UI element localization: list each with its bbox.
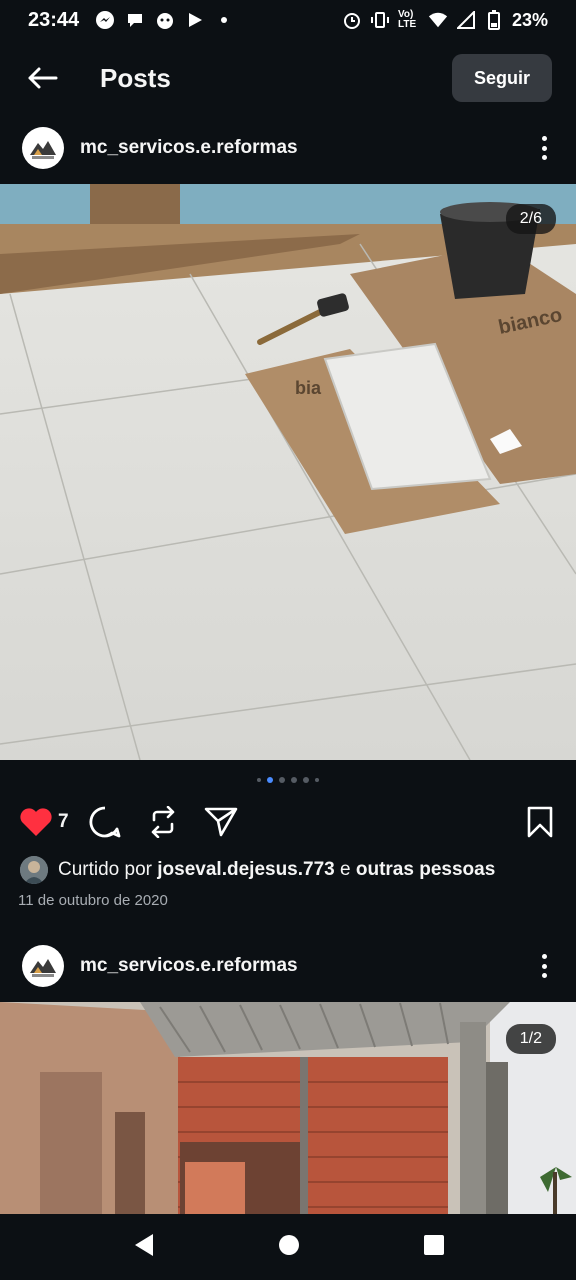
top-bar: Posts Seguir <box>0 44 576 112</box>
status-bar: 23:44 Vo) LTE 23% <box>0 0 576 40</box>
liked-by-user[interactable]: joseval.dejesus.773 <box>157 859 334 881</box>
post-date: 11 de outubro de 2020 <box>18 892 168 909</box>
follow-button[interactable]: Seguir <box>451 54 552 102</box>
bookmark-icon[interactable] <box>522 804 558 840</box>
nav-back-icon[interactable] <box>131 1232 155 1263</box>
messenger-icon <box>95 10 115 30</box>
back-arrow-icon[interactable] <box>24 60 60 96</box>
carousel-dot <box>303 777 309 783</box>
post-actions: 7 <box>0 800 576 844</box>
liked-by-others[interactable]: outras pessoas <box>356 859 495 881</box>
page-title: Posts <box>100 62 171 93</box>
construction-photo <box>0 1002 576 1214</box>
comment-icon[interactable] <box>87 804 123 840</box>
post-photo[interactable]: 1/2 <box>0 1002 576 1214</box>
post-photo[interactable]: bia bianco 2/6 <box>0 184 576 760</box>
chat-icon <box>125 10 145 30</box>
avatar[interactable] <box>22 945 64 987</box>
carousel-counter: 1/2 <box>505 1024 556 1054</box>
liked-by-conj: e <box>340 859 351 880</box>
status-time: 23:44 <box>28 8 80 31</box>
carousel-counter: 2/6 <box>505 204 556 234</box>
nav-home-icon[interactable] <box>278 1234 300 1261</box>
play-icon <box>185 10 205 30</box>
post-username[interactable]: mc_servicos.e.reformas <box>80 137 298 159</box>
signal-icon <box>456 10 476 30</box>
like-count[interactable]: 7 <box>58 811 69 833</box>
liked-by-prefix: Curtido por <box>58 859 152 880</box>
carousel-dot <box>279 777 285 783</box>
share-icon[interactable] <box>203 804 239 840</box>
floor-photo: bia bianco <box>0 184 576 760</box>
nav-recents-icon[interactable] <box>423 1234 445 1261</box>
wifi-icon <box>428 10 448 30</box>
bot-icon <box>155 10 175 30</box>
alarm-icon <box>342 10 362 30</box>
post-header: mc_servicos.e.reformas <box>0 116 576 180</box>
repost-icon[interactable] <box>145 804 181 840</box>
carousel-dot <box>315 778 319 782</box>
liked-by: Curtido por joseval.dejesus.773 e outras… <box>20 856 495 884</box>
liker-avatar[interactable] <box>20 856 48 884</box>
box-print: bia <box>295 378 322 398</box>
carousel-dot <box>257 778 261 782</box>
carousel-indicator <box>0 777 576 783</box>
notification-dot <box>221 17 228 23</box>
more-options-icon[interactable] <box>534 133 554 163</box>
battery-percent: 23% <box>511 9 548 30</box>
network-label: Vo) LTE <box>397 9 417 30</box>
battery-icon <box>484 10 504 30</box>
heart-icon[interactable] <box>18 804 54 840</box>
post-username[interactable]: mc_servicos.e.reformas <box>80 955 298 977</box>
vibrate-icon <box>370 10 390 30</box>
post-header: mc_servicos.e.reformas <box>0 934 576 998</box>
carousel-dot <box>291 777 297 783</box>
avatar[interactable] <box>22 127 64 169</box>
system-nav-bar <box>0 1214 576 1280</box>
more-options-icon[interactable] <box>534 951 554 981</box>
carousel-dot-active <box>267 777 273 783</box>
